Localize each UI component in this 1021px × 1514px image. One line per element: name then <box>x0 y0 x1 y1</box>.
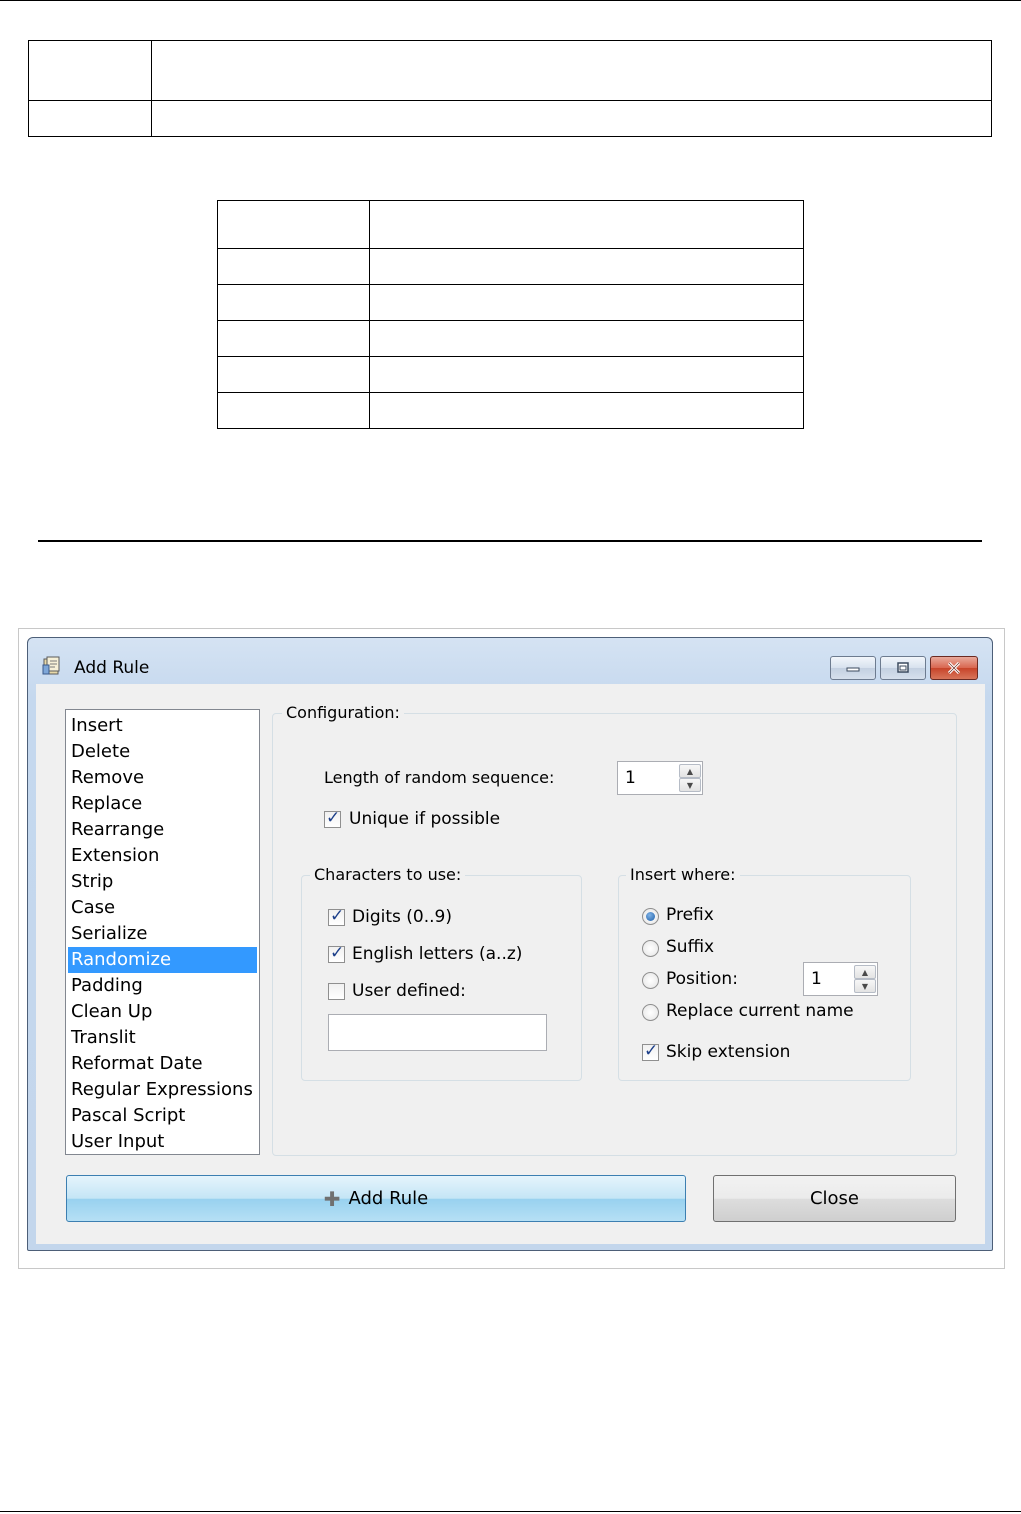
middle-table-cell <box>369 356 804 393</box>
rule-list-item[interactable]: Translit <box>68 1025 257 1051</box>
characters-group-label: Characters to use: <box>310 865 466 885</box>
rule-list-item[interactable]: User Input <box>68 1129 257 1155</box>
minimize-button[interactable] <box>830 656 876 680</box>
add-rule-label: Add Rule <box>348 1188 429 1209</box>
middle-table-cell <box>217 200 370 249</box>
middle-table-cell <box>217 320 370 357</box>
position-spinner[interactable]: 1 ▲ ▼ <box>803 962 878 996</box>
rule-list-item[interactable]: Clean Up <box>68 999 257 1025</box>
suffix-label[interactable]: Suffix <box>666 936 714 958</box>
add-rule-dialog: Add Rule Insert Delete Remove Replace Rearra… <box>27 637 993 1251</box>
user-defined-input[interactable] <box>328 1014 547 1051</box>
rule-list-item[interactable]: Randomize <box>68 947 257 973</box>
radio-dot-icon <box>646 912 655 921</box>
middle-table-cell <box>217 356 370 393</box>
checkmark-icon: ✓ <box>644 1041 659 1061</box>
middle-table-cell <box>217 392 370 429</box>
checkmark-icon: ✓ <box>326 808 341 828</box>
add-rule-button[interactable]: ✚ Add Rule <box>66 1175 686 1222</box>
digits-checkbox[interactable]: ✓ <box>328 906 345 926</box>
top-table-cell <box>151 40 992 101</box>
replace-name-label[interactable]: Replace current name <box>666 1000 854 1022</box>
rule-list-item[interactable]: Remove <box>68 765 257 791</box>
suffix-radio[interactable] <box>642 940 659 957</box>
skip-extension-checkbox[interactable]: ✓ <box>642 1041 659 1061</box>
length-value[interactable]: 1 <box>625 767 636 789</box>
rule-list-item[interactable]: Regular Expressions <box>68 1077 257 1103</box>
unique-checkbox[interactable]: ✓ <box>324 808 341 828</box>
rule-list-item[interactable]: Pascal Script <box>68 1103 257 1129</box>
skip-extension-label[interactable]: Skip extension <box>666 1041 790 1063</box>
app-icon <box>42 656 60 675</box>
middle-table-cell <box>217 284 370 321</box>
english-letters-checkbox[interactable]: ✓ <box>328 943 345 963</box>
close-button[interactable]: Close <box>713 1175 956 1222</box>
rule-list-item[interactable]: Serialize <box>68 921 257 947</box>
spin-up-icon[interactable]: ▲ <box>679 764 701 778</box>
middle-table-cell <box>369 284 804 321</box>
page-footer-rule <box>0 1511 1021 1512</box>
spin-down-icon[interactable]: ▼ <box>854 979 876 993</box>
spin-down-icon[interactable]: ▼ <box>679 778 701 792</box>
close-icon <box>931 657 977 679</box>
rule-list-item[interactable]: Delete <box>68 739 257 765</box>
middle-table <box>217 200 804 429</box>
title-bar[interactable]: Add Rule <box>28 638 992 684</box>
insert-where-label: Insert where: <box>626 865 740 885</box>
rule-list-item[interactable]: Replace <box>68 791 257 817</box>
dialog-client-area: Insert Delete Remove Replace Rearrange Extens… <box>36 684 985 1244</box>
middle-table-cell <box>369 392 804 429</box>
rule-list-item[interactable]: Case <box>68 895 257 921</box>
length-label: Length of random sequence: <box>324 768 555 787</box>
configuration-label: Configuration: <box>282 703 404 723</box>
rule-list[interactable]: Insert Delete Remove Replace Rearrange Extens… <box>65 709 260 1155</box>
page-header-rule <box>0 0 1021 1</box>
top-table-cell <box>28 100 152 137</box>
rule-list-item[interactable]: Insert <box>68 713 257 739</box>
rule-list-item[interactable]: Extension <box>68 843 257 869</box>
plus-icon: ✚ <box>323 1186 341 1211</box>
top-table <box>28 40 992 137</box>
position-label[interactable]: Position: <box>666 968 738 990</box>
user-defined-checkbox[interactable] <box>328 983 345 1000</box>
checkmark-icon: ✓ <box>330 943 345 963</box>
rule-list-item[interactable]: Strip <box>68 869 257 895</box>
middle-table-cell <box>369 200 804 249</box>
replace-name-radio[interactable] <box>642 1004 659 1021</box>
position-radio[interactable] <box>642 972 659 989</box>
window-title: Add Rule <box>74 658 150 678</box>
spin-up-icon[interactable]: ▲ <box>854 965 876 979</box>
length-spinner[interactable]: 1 ▲ ▼ <box>617 761 703 795</box>
close-label: Close <box>809 1188 860 1209</box>
prefix-radio[interactable] <box>642 908 659 925</box>
position-value[interactable]: 1 <box>811 968 822 990</box>
minimize-icon <box>831 657 875 679</box>
close-window-button[interactable] <box>930 656 978 680</box>
top-table-cell <box>151 100 992 137</box>
digits-label[interactable]: Digits (0..9) <box>352 906 452 928</box>
section-separator <box>38 540 982 542</box>
english-letters-label[interactable]: English letters (a..z) <box>352 943 522 965</box>
unique-label[interactable]: Unique if possible <box>349 808 500 830</box>
middle-table-cell <box>369 248 804 285</box>
maximize-icon <box>881 657 925 679</box>
middle-table-cell <box>369 320 804 357</box>
user-defined-label[interactable]: User defined: <box>352 980 466 1002</box>
rule-list-item[interactable]: Reformat Date <box>68 1051 257 1077</box>
rule-list-item[interactable]: Rearrange <box>68 817 257 843</box>
middle-table-cell <box>217 248 370 285</box>
maximize-button[interactable] <box>880 656 926 680</box>
rule-list-item[interactable]: Padding <box>68 973 257 999</box>
prefix-label[interactable]: Prefix <box>666 904 714 926</box>
checkmark-icon: ✓ <box>330 906 345 926</box>
top-table-cell <box>28 40 152 101</box>
